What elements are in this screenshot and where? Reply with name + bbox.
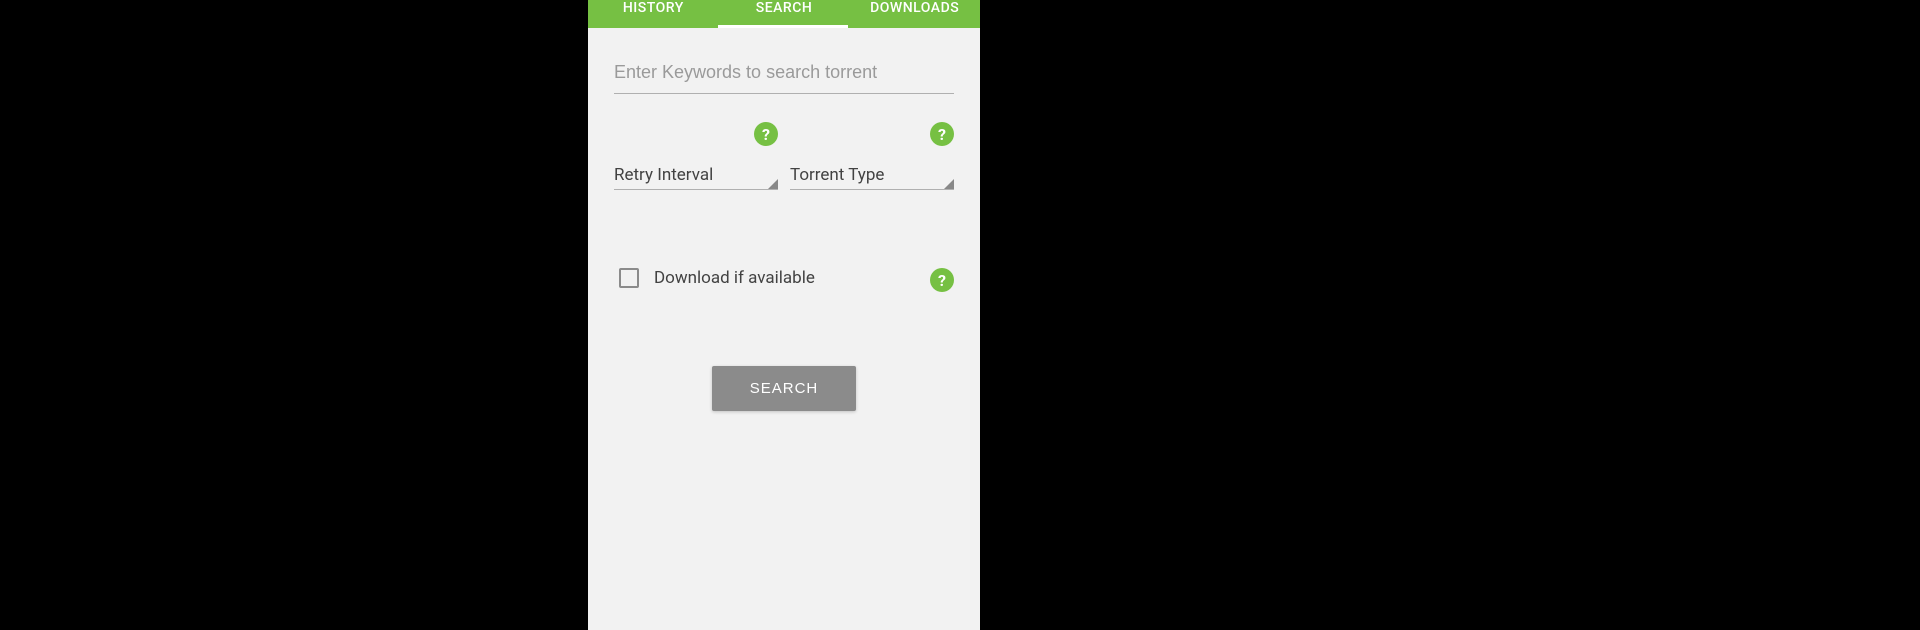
help-icon[interactable]: ?	[754, 122, 778, 146]
download-available-checkbox[interactable]	[619, 268, 639, 288]
help-icon[interactable]: ?	[930, 122, 954, 146]
retry-interval-label: Retry Interval	[614, 165, 713, 185]
help-glyph: ?	[938, 271, 946, 290]
dropdown-arrow-icon	[768, 179, 778, 189]
app-viewport: HISTORY SEARCH DOWNLOADS ? Retry Interva…	[588, 0, 980, 630]
search-input[interactable]	[614, 54, 954, 94]
download-available-row: Download if available ?	[614, 268, 954, 288]
help-glyph: ?	[938, 125, 946, 144]
torrent-type-dropdown[interactable]: Torrent Type	[790, 160, 954, 190]
tab-search[interactable]: SEARCH	[719, 0, 850, 28]
search-button[interactable]: SEARCH	[712, 366, 857, 411]
search-button-label: SEARCH	[750, 380, 819, 397]
retry-interval-dropdown[interactable]: Retry Interval	[614, 160, 778, 190]
torrent-type-label: Torrent Type	[790, 165, 884, 185]
search-button-wrap: SEARCH	[614, 366, 954, 411]
search-content: ? Retry Interval ? Torrent Type Download	[588, 28, 980, 630]
tab-downloads[interactable]: DOWNLOADS	[849, 0, 980, 28]
active-tab-indicator	[718, 25, 848, 28]
download-available-label: Download if available	[654, 268, 815, 288]
retry-interval-field: ? Retry Interval	[614, 122, 778, 190]
torrent-type-field: ? Torrent Type	[790, 122, 954, 190]
help-glyph: ?	[762, 125, 770, 144]
options-row: ? Retry Interval ? Torrent Type	[614, 122, 954, 190]
help-icon[interactable]: ?	[930, 268, 954, 292]
tab-history-label: HISTORY	[623, 0, 684, 16]
tab-history[interactable]: HISTORY	[588, 0, 719, 28]
tab-bar: HISTORY SEARCH DOWNLOADS	[588, 0, 980, 28]
tab-downloads-label: DOWNLOADS	[870, 0, 959, 16]
dropdown-arrow-icon	[944, 179, 954, 189]
tab-search-label: SEARCH	[756, 0, 813, 16]
